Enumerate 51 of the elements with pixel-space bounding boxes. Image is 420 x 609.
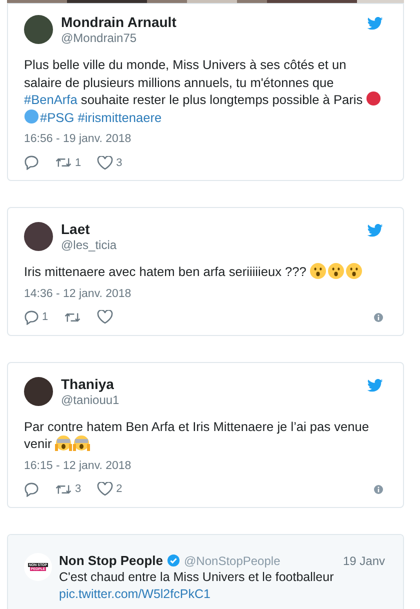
- tweet-timestamp[interactable]: 14:36 - 12 janv. 2018: [24, 286, 383, 302]
- retweet-icon: [64, 310, 82, 324]
- speech-bubble-icon: [24, 482, 39, 496]
- reply-button[interactable]: [24, 155, 39, 170]
- user-handle[interactable]: @taniouu1: [61, 392, 359, 408]
- retweet-button[interactable]: 1: [55, 156, 82, 169]
- retweet-button[interactable]: 3: [55, 482, 82, 496]
- tweet-text: C'est chaud entre la Miss Univers et le footballeur: [59, 568, 335, 586]
- reply-button[interactable]: 1: [24, 310, 48, 324]
- speech-bubble-icon: [24, 155, 39, 170]
- avatar[interactable]: [24, 376, 53, 406]
- bird-icon[interactable]: [367, 378, 383, 392]
- screaming-face-icon: [55, 435, 72, 451]
- user-handle[interactable]: @NonStopPeople: [184, 554, 339, 568]
- hashtag-link[interactable]: #irismittenaere: [78, 110, 162, 124]
- bird-icon[interactable]: [367, 17, 383, 30]
- info-icon[interactable]: [374, 312, 383, 322]
- user-name[interactable]: Mondrain Arnault: [61, 13, 359, 31]
- retweet-icon: [55, 482, 72, 496]
- retweet-icon: [55, 156, 72, 169]
- user-handle[interactable]: @Mondrain75: [61, 31, 359, 46]
- user-handle[interactable]: @les_ticia: [61, 238, 359, 253]
- heart-icon: [97, 482, 114, 496]
- reply-button[interactable]: [24, 482, 39, 496]
- hashtag-link[interactable]: #PSG: [40, 110, 74, 124]
- screaming-face-icon: [73, 435, 90, 451]
- retweet-button[interactable]: [64, 310, 82, 324]
- astonished-face-icon: [328, 263, 344, 279]
- astonished-face-icon: [346, 263, 362, 279]
- heart-icon: [97, 156, 114, 170]
- tweet-text: Par contre hatem Ben Arfa et Iris Mittenaere je l’ai pas venue venir: [24, 418, 370, 452]
- like-button[interactable]: 3: [97, 156, 122, 170]
- astonished-face-icon: [310, 263, 326, 279]
- hashtag-link[interactable]: #BenArfa: [24, 92, 78, 107]
- tweet-date: 19 Janv: [342, 554, 385, 568]
- info-icon[interactable]: [374, 484, 383, 494]
- tweet-text: Iris mittenaere avec hatem ben arfa seriiiiieux ???: [24, 263, 383, 280]
- tweet-text: Plus belle ville du monde, Miss Univers à ses côtés et un salaire de plusieurs millions annuels, tu m'étonnes que #BenArfa souhaite rester le plus longtemps possible à Paris #PSG #irismittenaere: [24, 56, 383, 126]
- avatar[interactable]: [24, 15, 53, 44]
- tweet-timestamp[interactable]: 16:15 - 12 janv. 2018: [24, 458, 383, 474]
- speech-bubble-icon: [24, 310, 39, 324]
- picture-link[interactable]: pic.twitter.com/W5l2fcPkC1: [59, 586, 385, 602]
- user-name[interactable]: Laet: [61, 220, 359, 238]
- user-name[interactable]: Thaniya: [61, 374, 359, 392]
- tweet-timestamp[interactable]: 16:56 - 19 janv. 2018: [24, 131, 383, 147]
- like-button[interactable]: 2: [97, 482, 122, 496]
- bird-icon[interactable]: [367, 224, 383, 237]
- avatar[interactable]: [24, 222, 53, 251]
- user-name[interactable]: Non Stop People: [59, 552, 163, 568]
- like-button[interactable]: [97, 310, 114, 324]
- heart-icon: [97, 310, 114, 324]
